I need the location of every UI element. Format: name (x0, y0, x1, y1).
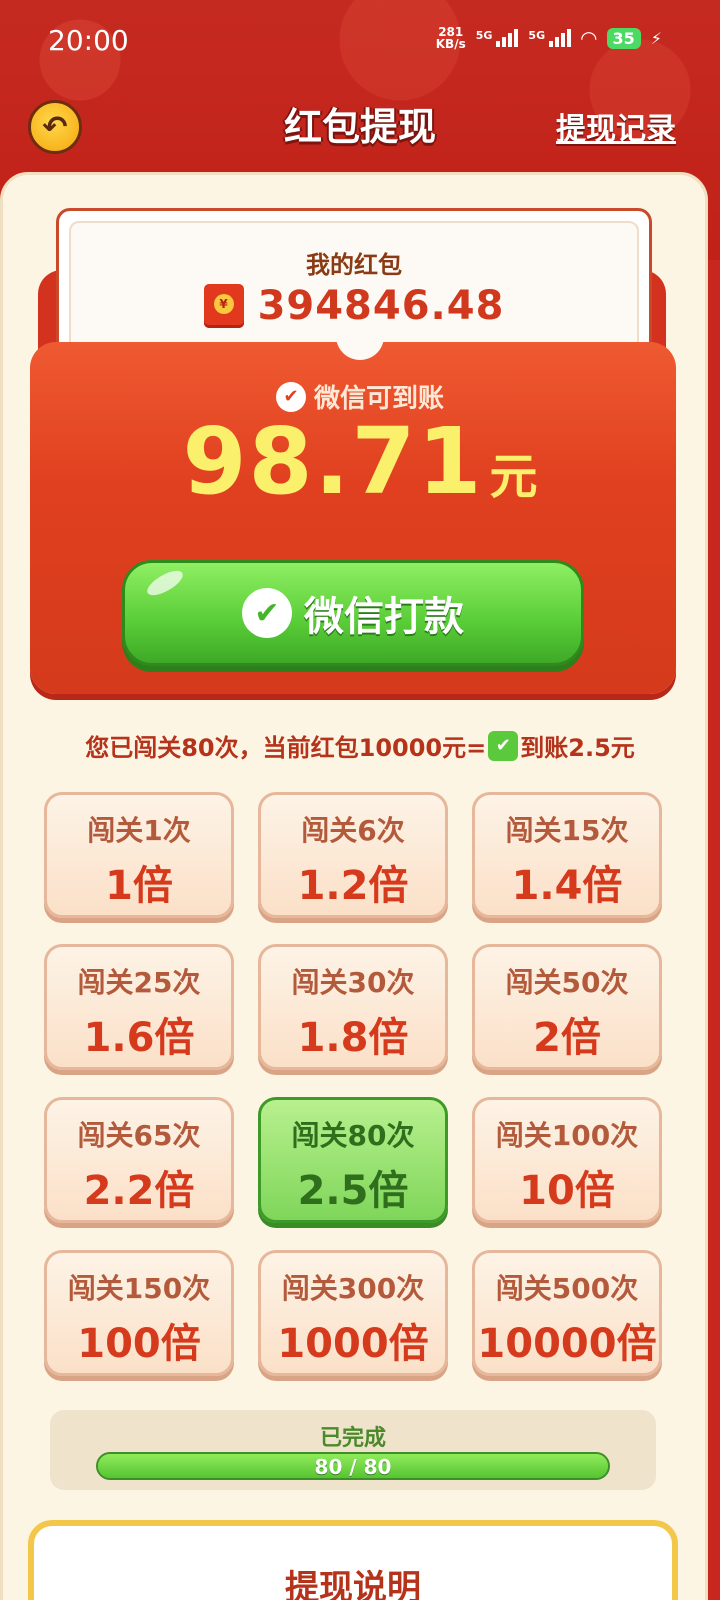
pay-button-label: 微信打款 (304, 594, 464, 640)
charging-icon: ⚡ (650, 28, 662, 48)
status-bar: 20:00 281 KB/s 5G 5G ◠ 35 ⚡ (0, 0, 720, 80)
progress-text: 80 / 80 (314, 1455, 392, 1479)
status-time: 20:00 (48, 24, 129, 57)
tier-multiplier: 100倍 (77, 1321, 201, 1367)
tier-label: 闯关25次 (77, 966, 201, 999)
wallet-label: 我的红包 (306, 251, 402, 279)
tier-multiplier: 1000倍 (277, 1321, 429, 1367)
signal-bars-icon (549, 29, 572, 47)
signal-bars-icon (496, 29, 519, 47)
tier-card[interactable]: 闯关15次 1.4倍 (472, 792, 662, 918)
description-title: 提现说明 (285, 1568, 421, 1600)
tier-card[interactable]: 闯关65次 2.2倍 (44, 1097, 234, 1223)
wechat-icon: ✔ (488, 730, 519, 761)
tier-multiplier: 1倍 (105, 863, 173, 909)
tier-label: 闯关30次 (291, 966, 415, 999)
tier-label: 闯关500次 (495, 1272, 639, 1305)
signal-1: 5G (476, 29, 519, 47)
tier-label: 闯关80次 (291, 1119, 415, 1152)
status-icons: 281 KB/s 5G 5G ◠ 35 ⚡ (436, 26, 662, 50)
withdraw-amount-unit: 元 (489, 449, 538, 505)
tier-card[interactable]: 闯关300次 1000倍 (258, 1250, 448, 1376)
tier-card[interactable]: 闯关25次 1.6倍 (44, 944, 234, 1070)
tier-multiplier: 1.6倍 (83, 1015, 195, 1061)
wechat-pay-button[interactable]: ✔ 微信打款 (122, 560, 584, 666)
tier-multiplier: 2.2倍 (83, 1168, 195, 1214)
progress-label: 已完成 (319, 1426, 386, 1451)
tier-card[interactable]: 闯关30次 1.8倍 (258, 944, 448, 1070)
red-envelope-icon (203, 284, 244, 328)
tier-card[interactable]: 闯关80次 2.5倍 (258, 1097, 448, 1223)
tier-card[interactable]: 闯关150次 100倍 (44, 1250, 234, 1376)
withdraw-amount: 98.71 元 (0, 408, 720, 515)
tier-label: 闯关300次 (281, 1272, 425, 1305)
tier-label: 闯关50次 (505, 966, 629, 999)
tier-multiplier: 10倍 (519, 1168, 615, 1214)
network-speed: 281 KB/s (435, 25, 466, 51)
tier-label: 闯关6次 (301, 814, 405, 847)
tier-label: 闯关1次 (87, 814, 191, 847)
description-card: 提现说明 (28, 1520, 678, 1600)
tier-multiplier: 10000倍 (477, 1321, 657, 1367)
tier-card[interactable]: 闯关1次 1倍 (44, 792, 234, 918)
tier-multiplier: 1.2倍 (297, 863, 409, 909)
tier-multiplier: 1.8倍 (297, 1015, 409, 1061)
tier-card[interactable]: 闯关50次 2倍 (472, 944, 662, 1070)
progress-panel: 已完成 80 / 80 (50, 1410, 656, 1490)
tier-card[interactable]: 闯关100次 10倍 (472, 1097, 662, 1223)
progress-info-text: 您已闯关80次，当前红包10000元= ✔ 到账2.5元 (0, 728, 720, 763)
tier-label: 闯关65次 (77, 1119, 201, 1152)
signal-2: 5G (528, 29, 572, 47)
progress-bar: 80 / 80 (96, 1452, 610, 1480)
tier-multiplier: 1.4倍 (511, 863, 623, 909)
wechat-icon: ✔ (275, 381, 306, 412)
tier-label: 闯关150次 (67, 1272, 211, 1305)
tier-card[interactable]: 闯关6次 1.2倍 (258, 792, 448, 918)
tier-label: 闯关100次 (495, 1119, 639, 1152)
withdraw-amount-value: 98.71 (182, 408, 484, 515)
tier-card[interactable]: 闯关500次 10000倍 (472, 1250, 662, 1376)
wifi-icon: ◠ (581, 26, 597, 50)
tier-multiplier: 2倍 (533, 1015, 601, 1061)
battery-icon: 35 (606, 27, 641, 49)
tier-label: 闯关15次 (505, 814, 629, 847)
wechat-icon: ✔ (242, 588, 292, 638)
withdraw-history-link[interactable]: 提现记录 (556, 104, 676, 148)
wallet-amount: 394846.48 (257, 283, 505, 329)
tier-multiplier: 2.5倍 (297, 1168, 409, 1214)
